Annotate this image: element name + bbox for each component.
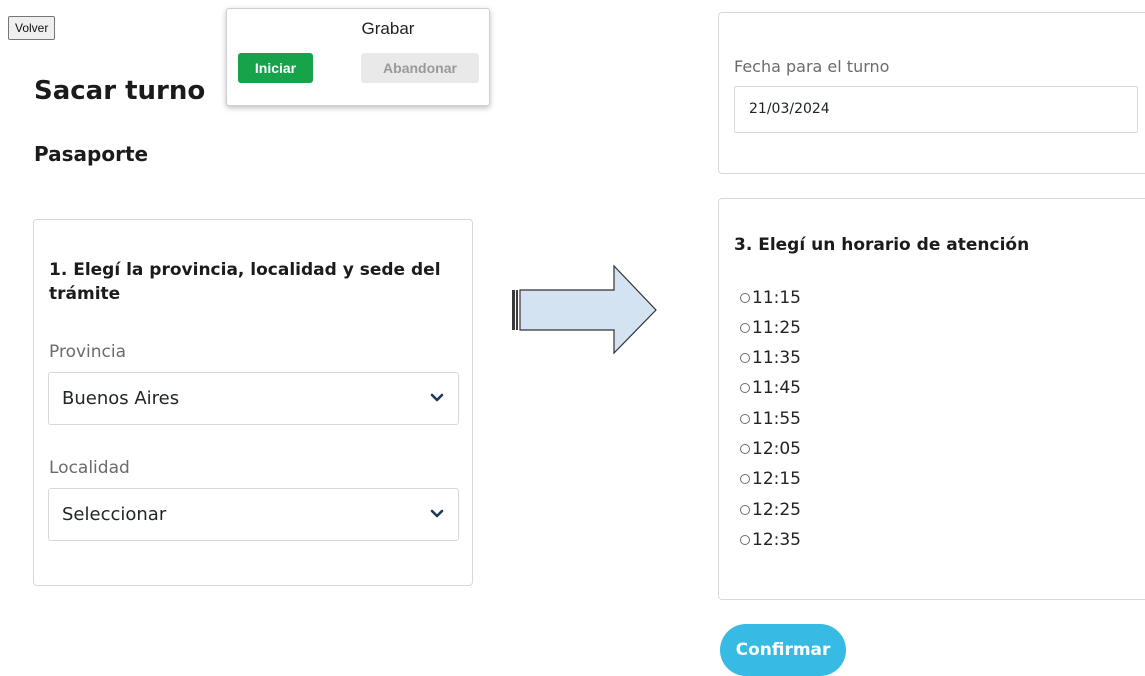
radio-button[interactable]: [740, 383, 750, 393]
back-button[interactable]: Volver: [8, 16, 56, 40]
time-option-label: 12:35: [752, 530, 801, 550]
right-arrow-icon: [512, 264, 657, 355]
radio-button[interactable]: [740, 323, 750, 333]
time-option-label: 11:45: [752, 378, 801, 398]
chevron-down-icon: [430, 393, 444, 402]
date-input[interactable]: 21/03/2024: [734, 86, 1138, 133]
locality-selected-value: Seleccionar: [62, 504, 167, 525]
radio-button[interactable]: [740, 414, 750, 424]
locality-select[interactable]: Seleccionar: [48, 488, 459, 541]
radio-button[interactable]: [740, 353, 750, 363]
time-option-label: 12:25: [752, 500, 801, 520]
time-option-label: 11:35: [752, 348, 801, 368]
hours-step-heading: 3. Elegí un horario de atención: [734, 235, 1030, 255]
recording-panel: Grabar Iniciar Abandonar: [226, 8, 490, 106]
time-option-label: 11:55: [752, 409, 801, 429]
radio-button[interactable]: [740, 505, 750, 515]
page-title: Sacar turno: [34, 76, 206, 106]
date-label: Fecha para el turno: [734, 57, 890, 76]
location-card: 1. Elegí la provincia, localidad y sede …: [33, 219, 473, 586]
time-option-label: 12:15: [752, 469, 801, 489]
time-option-label: 11:15: [752, 288, 801, 308]
province-select[interactable]: Buenos Aires: [48, 372, 459, 425]
radio-button[interactable]: [740, 474, 750, 484]
page-subtitle: Pasaporte: [34, 142, 149, 166]
recording-panel-title: Grabar: [361, 19, 415, 38]
time-option-label: 12:05: [752, 439, 801, 459]
date-value: 21/03/2024: [749, 101, 830, 117]
chevron-down-icon: [430, 509, 444, 518]
hours-card: 3. Elegí un horario de atención 11:15 11…: [718, 198, 1145, 600]
confirm-button[interactable]: Confirmar: [720, 624, 846, 676]
abort-recording-button[interactable]: Abandonar: [361, 53, 479, 83]
location-step-heading: 1. Elegí la provincia, localidad y sede …: [49, 260, 441, 304]
start-recording-button[interactable]: Iniciar: [238, 53, 313, 83]
locality-label: Localidad: [49, 458, 130, 478]
date-card: Fecha para el turno 21/03/2024: [718, 12, 1145, 174]
province-label: Provincia: [49, 342, 127, 362]
radio-button[interactable]: [740, 293, 750, 303]
province-selected-value: Buenos Aires: [62, 388, 180, 409]
time-option-label: 11:25: [752, 318, 801, 338]
radio-button[interactable]: [740, 535, 750, 545]
radio-button[interactable]: [740, 444, 750, 454]
